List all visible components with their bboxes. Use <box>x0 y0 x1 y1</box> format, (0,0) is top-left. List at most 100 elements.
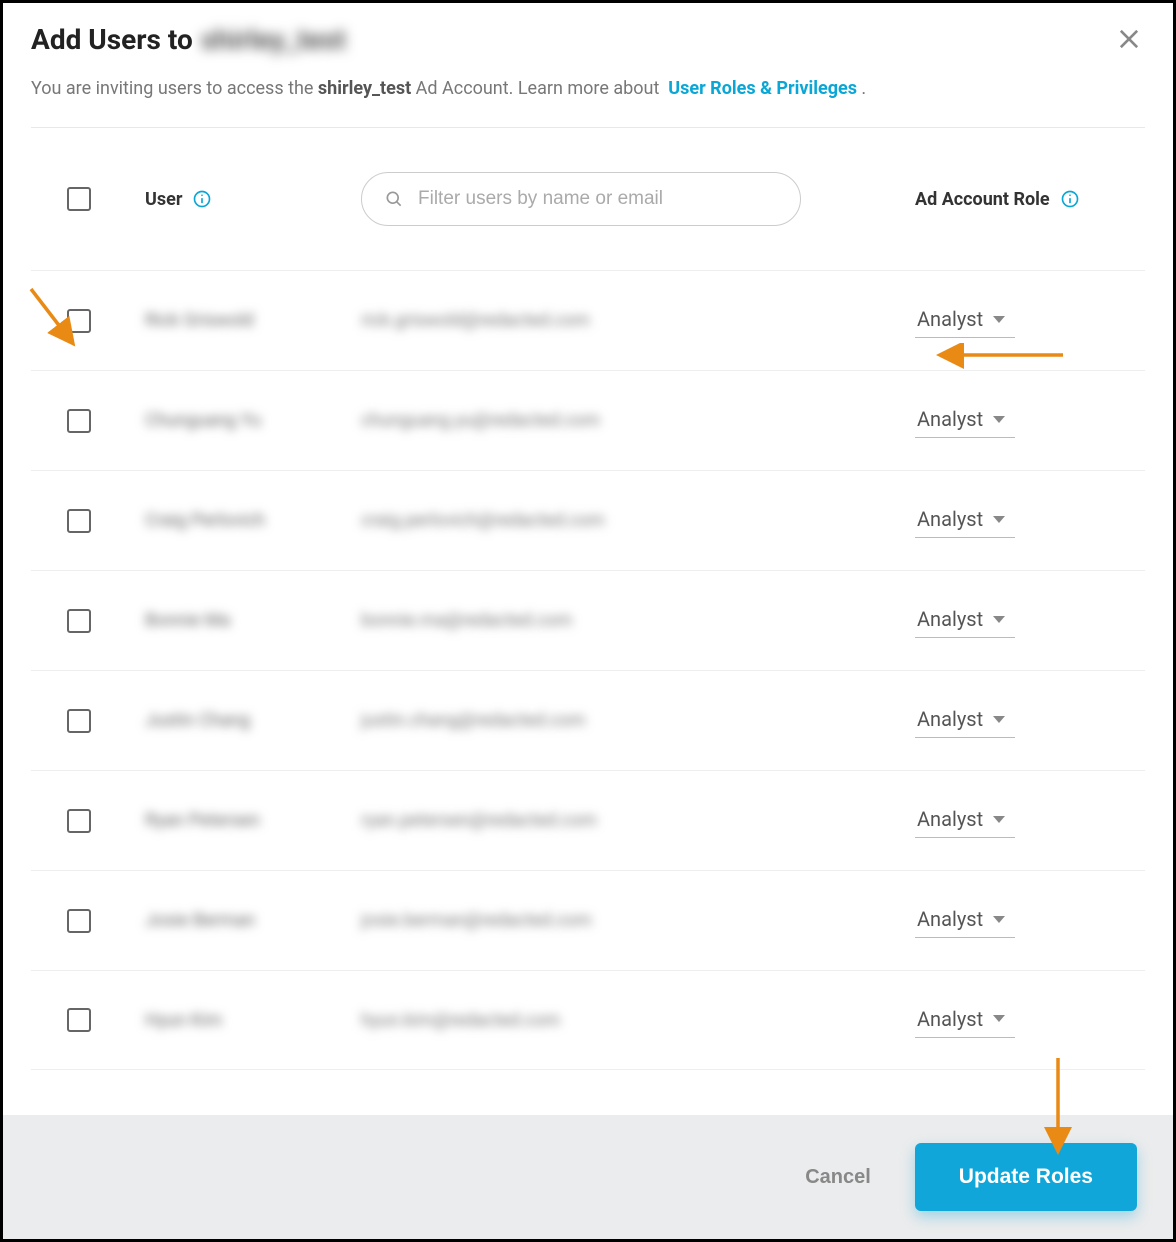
row-checkbox[interactable] <box>67 409 91 433</box>
row-checkbox[interactable] <box>67 709 91 733</box>
user-email: josie.berman@redacted.com <box>361 910 915 931</box>
users-table: User Ad Account Role <box>3 128 1173 1115</box>
modal-header: Add Users to shirley_test <box>3 3 1173 66</box>
user-name: Ryan Petersen <box>101 810 361 831</box>
user-name: Craig Perlovich <box>101 510 361 531</box>
user-name: Josie Berman <box>101 910 361 931</box>
user-email: chunguang.yu@redacted.com <box>361 410 915 431</box>
close-icon[interactable] <box>1115 25 1143 53</box>
row-check-cell <box>31 809 101 833</box>
role-value: Analyst <box>917 307 983 331</box>
role-select[interactable]: Analyst <box>915 1003 1015 1038</box>
table-row: Bonnie Mabonnie.ma@redacted.comAnalyst <box>31 570 1145 670</box>
role-value: Analyst <box>917 807 983 831</box>
role-value: Analyst <box>917 607 983 631</box>
role-cell: Analyst <box>915 803 1145 838</box>
user-name: Bonnie Ma <box>101 610 361 631</box>
row-checkbox[interactable] <box>67 609 91 633</box>
user-column-header: User <box>101 189 361 210</box>
row-check-cell <box>31 1008 101 1032</box>
row-checkbox[interactable] <box>67 1008 91 1032</box>
filter-users-field[interactable] <box>361 172 801 226</box>
role-select[interactable]: Analyst <box>915 603 1015 638</box>
user-name: Rick Griswold <box>101 310 361 331</box>
user-email: ryan.petersen@redacted.com <box>361 810 915 831</box>
row-check-cell <box>31 409 101 433</box>
user-name: Hyun Kim <box>101 1010 361 1031</box>
user-email: rick.griswold@redacted.com <box>361 310 915 331</box>
modal-title: Add Users to shirley_test <box>31 23 1145 56</box>
table-header: User Ad Account Role <box>31 128 1145 270</box>
role-value: Analyst <box>917 707 983 731</box>
chevron-down-icon <box>993 416 1005 423</box>
update-roles-button[interactable]: Update Roles <box>915 1143 1137 1211</box>
info-icon[interactable] <box>1060 189 1080 209</box>
chevron-down-icon <box>993 916 1005 923</box>
add-users-modal: Add Users to shirley_test You are inviti… <box>0 0 1176 1242</box>
role-cell: Analyst <box>915 703 1145 738</box>
role-select[interactable]: Analyst <box>915 903 1015 938</box>
role-cell: Analyst <box>915 903 1145 938</box>
user-email: justin.chang@redacted.com <box>361 710 915 731</box>
user-name: Justin Chang <box>101 710 361 731</box>
table-row: Rick Griswoldrick.griswold@redacted.comA… <box>31 270 1145 370</box>
role-select[interactable]: Analyst <box>915 803 1015 838</box>
row-checkbox[interactable] <box>67 809 91 833</box>
row-checkbox[interactable] <box>67 909 91 933</box>
chevron-down-icon <box>993 516 1005 523</box>
role-value: Analyst <box>917 407 983 431</box>
row-checkbox[interactable] <box>67 309 91 333</box>
table-row: Josie Bermanjosie.berman@redacted.comAna… <box>31 870 1145 970</box>
title-prefix: Add Users to <box>31 23 193 56</box>
user-email: hyun.kim@redacted.com <box>361 1010 915 1031</box>
row-check-cell <box>31 709 101 733</box>
role-cell: Analyst <box>915 603 1145 638</box>
filter-users-input[interactable] <box>418 188 778 210</box>
table-row: Chunguang Yuchunguang.yu@redacted.comAna… <box>31 370 1145 470</box>
role-select[interactable]: Analyst <box>915 403 1015 438</box>
user-email: bonnie.ma@redacted.com <box>361 610 915 631</box>
chevron-down-icon <box>993 816 1005 823</box>
roles-privileges-link[interactable]: User Roles & Privileges <box>668 78 857 99</box>
table-body: Rick Griswoldrick.griswold@redacted.comA… <box>31 270 1145 1070</box>
title-account-name: shirley_test <box>201 23 346 56</box>
subtext-account: shirley_test <box>318 78 411 99</box>
select-all-cell <box>31 187 101 211</box>
role-cell: Analyst <box>915 1003 1145 1038</box>
role-value: Analyst <box>917 507 983 531</box>
modal-subtext: You are inviting users to access the shi… <box>3 66 1173 127</box>
chevron-down-icon <box>993 316 1005 323</box>
row-checkbox[interactable] <box>67 509 91 533</box>
role-column-header: Ad Account Role <box>915 189 1145 210</box>
subtext-pre: You are inviting users to access the <box>31 78 318 99</box>
row-check-cell <box>31 509 101 533</box>
info-icon[interactable] <box>192 189 212 209</box>
user-email: craig.perlovich@redacted.com <box>361 510 915 531</box>
role-cell: Analyst <box>915 403 1145 438</box>
role-select[interactable]: Analyst <box>915 503 1015 538</box>
select-all-checkbox[interactable] <box>67 187 91 211</box>
chevron-down-icon <box>993 716 1005 723</box>
role-header-label: Ad Account Role <box>915 189 1050 210</box>
chevron-down-icon <box>993 616 1005 623</box>
cancel-button[interactable]: Cancel <box>805 1166 871 1189</box>
row-check-cell <box>31 909 101 933</box>
subtext-trail: . <box>857 78 866 99</box>
user-name: Chunguang Yu <box>101 410 361 431</box>
user-header-label: User <box>145 189 182 210</box>
role-value: Analyst <box>917 907 983 931</box>
role-cell: Analyst <box>915 503 1145 538</box>
subtext-post: Ad Account. Learn more about <box>411 78 664 99</box>
row-check-cell <box>31 309 101 333</box>
role-value: Analyst <box>917 1007 983 1031</box>
table-row: Hyun Kimhyun.kim@redacted.comAnalyst <box>31 970 1145 1070</box>
role-select[interactable]: Analyst <box>915 703 1015 738</box>
modal-footer: Cancel Update Roles <box>3 1115 1173 1239</box>
table-row: Justin Changjustin.chang@redacted.comAna… <box>31 670 1145 770</box>
search-icon <box>384 189 404 209</box>
role-select[interactable]: Analyst <box>915 303 1015 338</box>
chevron-down-icon <box>993 1015 1005 1022</box>
row-check-cell <box>31 609 101 633</box>
role-cell: Analyst <box>915 303 1145 338</box>
filter-cell <box>361 172 915 226</box>
